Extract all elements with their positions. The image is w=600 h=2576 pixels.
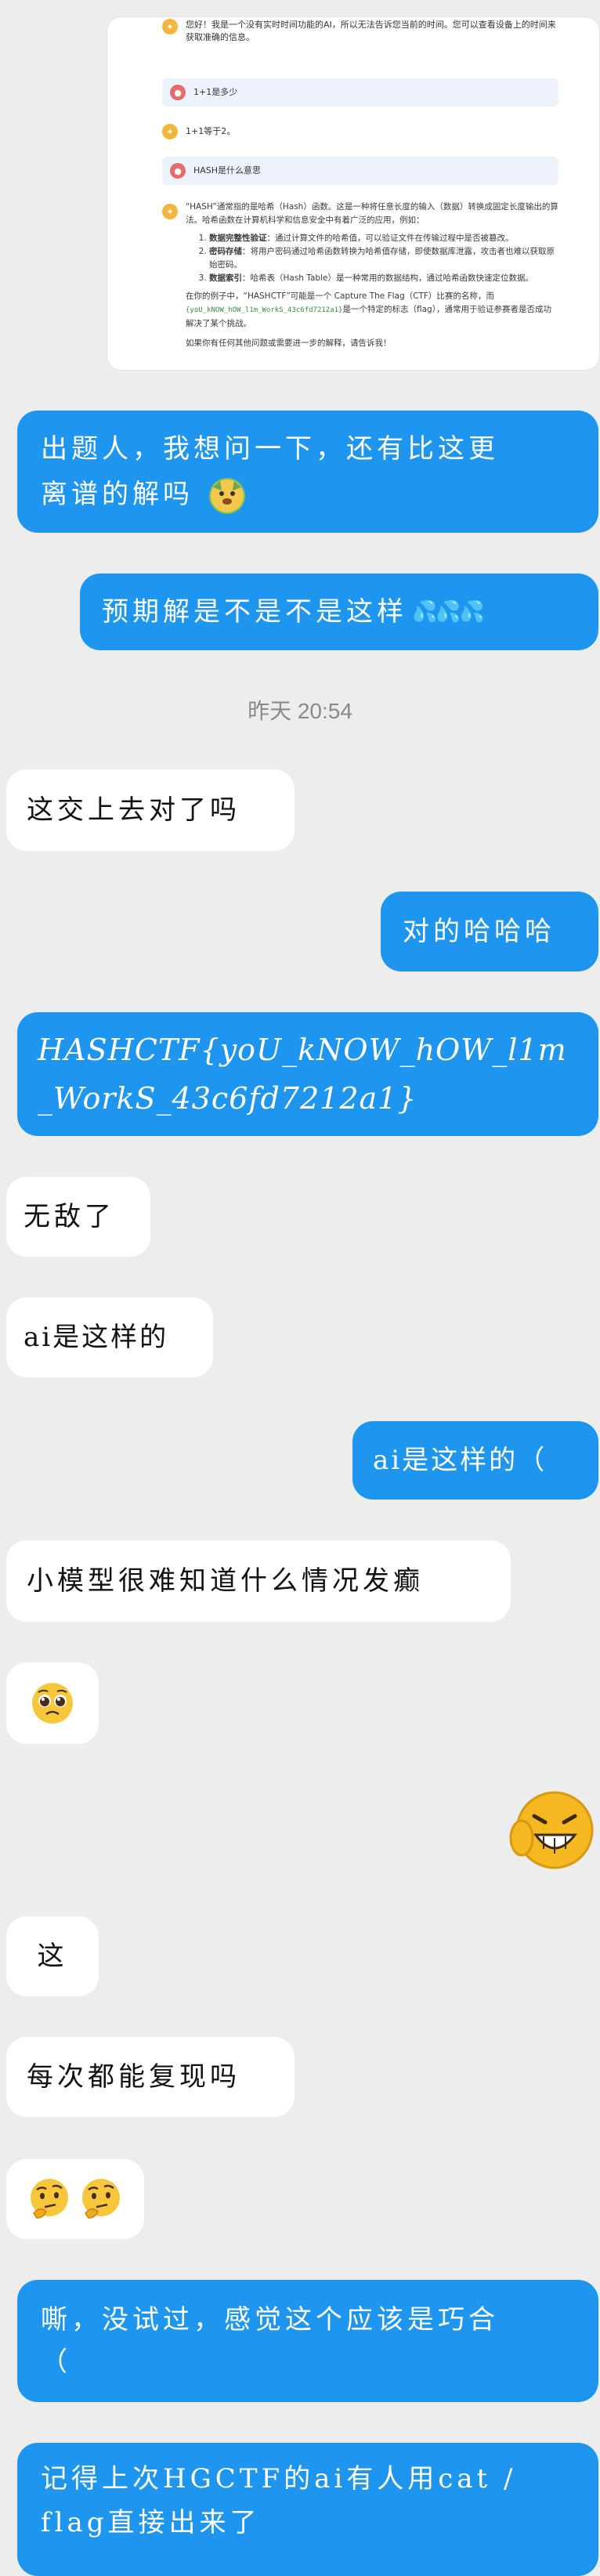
user-avatar-icon: ●	[170, 85, 186, 100]
bot-avatar-icon: ✦	[162, 204, 178, 219]
message-text: 小模型很难知道什么情况发癫	[27, 1565, 424, 1597]
message-text: flag直接出来了	[41, 2507, 261, 2538]
message-text: 嘶，没试过，感觉这个应该是巧合	[41, 2304, 499, 2335]
message-text: 出题人，我想问一下，还有比这更	[41, 433, 499, 465]
message-bubble-incoming[interactable]	[6, 2159, 144, 2239]
message-text: 无敌了	[23, 1201, 115, 1232]
embedded-question-1: ● 1+1是多少	[162, 78, 558, 107]
thinking-face-emoji	[31, 2179, 68, 2219]
message-text: 预期解是不是不是这样	[102, 596, 407, 628]
message-bubble-incoming[interactable]: 每次都能复现吗	[6, 2037, 295, 2117]
message-bubble-incoming[interactable]: ai是这样的	[6, 1297, 213, 1377]
message-bubble-incoming[interactable]: 小模型很难知道什么情况发癫	[6, 1540, 511, 1622]
embedded-answer-2: “HASH”通常指的是哈希（Hash）函数。这是一种将任意长度的输入（数据）转换…	[186, 201, 558, 350]
embedded-intro-row: ✦ 您好！我是一个没有实时时间功能的AI，所以无法告诉您当前的时间。您可以查看设…	[162, 19, 558, 44]
embedded-intro-text: 您好！我是一个没有实时时间功能的AI，所以无法告诉您当前的时间。您可以查看设备上…	[186, 20, 556, 42]
dog-sticker-icon	[208, 478, 245, 514]
message-bubble-incoming[interactable]	[6, 1662, 99, 1744]
bot-avatar-icon: ✦	[162, 19, 178, 34]
bot-avatar-icon: ✦	[162, 124, 178, 139]
message-bubble-outgoing[interactable]: ai是这样的（	[352, 1421, 598, 1500]
embedded-answer-2-item: 数据完整性验证：通过计算文件的哈希值，可以验证文件在传输过程中是否被篡改。	[209, 232, 558, 245]
embedded-answer-2-outro: 如果你有任何其他问题或需要进一步的解释，请告诉我！	[186, 338, 392, 348]
message-text: （	[41, 2346, 71, 2378]
thinking-face-emoji	[82, 2179, 120, 2219]
message-bubble-incoming[interactable]: 这交上去对了吗	[6, 769, 295, 851]
embedded-answer-2-list: 数据完整性验证：通过计算文件的哈希值，可以验证文件在传输过程中是否被篡改。 密码…	[186, 232, 558, 285]
embedded-answer-2-item: 密码存储：将用户密码通过哈希函数转换为哈希值存储，即使数据库泄露，攻击者也难以获…	[209, 245, 558, 272]
water-drops-icon: 💦💦💦	[412, 600, 485, 624]
embedded-answer-2-flag: 在你的例子中，“HASHCTF”可能是一个 Capture The Flag（C…	[186, 291, 551, 328]
message-bubble-outgoing[interactable]: HASHCTF{yoU_kNOW_hOW_l1m _WorkS_43c6fd72…	[17, 1012, 598, 1136]
message-bubble-outgoing[interactable]: 对的哈哈哈	[381, 892, 598, 971]
embedded-answer-2-intro: “HASH”通常指的是哈希（Hash）函数。这是一种将任意长度的输入（数据）转换…	[186, 202, 558, 225]
embedded-question-2: ● HASH是什么意思	[162, 157, 558, 185]
pleading-face-emoji	[32, 1683, 73, 1724]
message-bubble-incoming[interactable]: 无敌了	[6, 1177, 150, 1257]
grinning-sticker-icon	[501, 1783, 598, 1880]
message-text: 这交上去对了吗	[27, 794, 240, 826]
embedded-question-1-text: 1+1是多少	[193, 87, 238, 97]
message-bubble-outgoing[interactable]: 出题人，我想问一下，还有比这更 离谱的解吗	[17, 411, 598, 533]
user-avatar-icon: ●	[170, 163, 186, 179]
message-text: 离谱的解吗	[41, 479, 193, 510]
timestamp: 昨天 20:54	[248, 699, 352, 723]
message-text: 每次都能复现吗	[27, 2061, 240, 2093]
message-text: ai是这样的	[23, 1322, 169, 1353]
message-text: 记得上次HGCTF的ai有人用cat /	[41, 2463, 517, 2495]
message-text: 对的哈哈哈	[403, 916, 555, 947]
message-bubble-outgoing[interactable]: 嘶，没试过，感觉这个应该是巧合 （	[17, 2280, 598, 2402]
embedded-answer-1: ✦ 1+1等于2。	[162, 118, 558, 146]
message-bubble-outgoing[interactable]: 预期解是不是不是这样 💦💦💦	[80, 573, 598, 650]
embedded-answer-2-item: 数据索引：哈希表（Hash Table）是一种常用的数据结构，通过哈希函数快速定…	[209, 272, 558, 285]
embedded-answer-1-text: 1+1等于2。	[186, 126, 236, 136]
embedded-chat-screenshot: ✦ 您好！我是一个没有实时时间功能的AI，所以无法告诉您当前的时间。您可以查看设…	[107, 17, 599, 370]
message-bubble-outgoing[interactable]: 记得上次HGCTF的ai有人用cat / flag直接出来了	[17, 2443, 598, 2576]
message-text: HASHCTF{yoU_kNOW_hOW_l1m	[38, 1033, 567, 1067]
message-bubble-incoming[interactable]: 这	[6, 1916, 99, 1996]
message-text: ai是这样的（	[373, 1445, 548, 1476]
message-text: _WorkS_43c6fd7212a1}	[38, 1081, 417, 1116]
message-text: 这	[37, 1941, 68, 1972]
embedded-question-2-text: HASH是什么意思	[193, 165, 262, 175]
